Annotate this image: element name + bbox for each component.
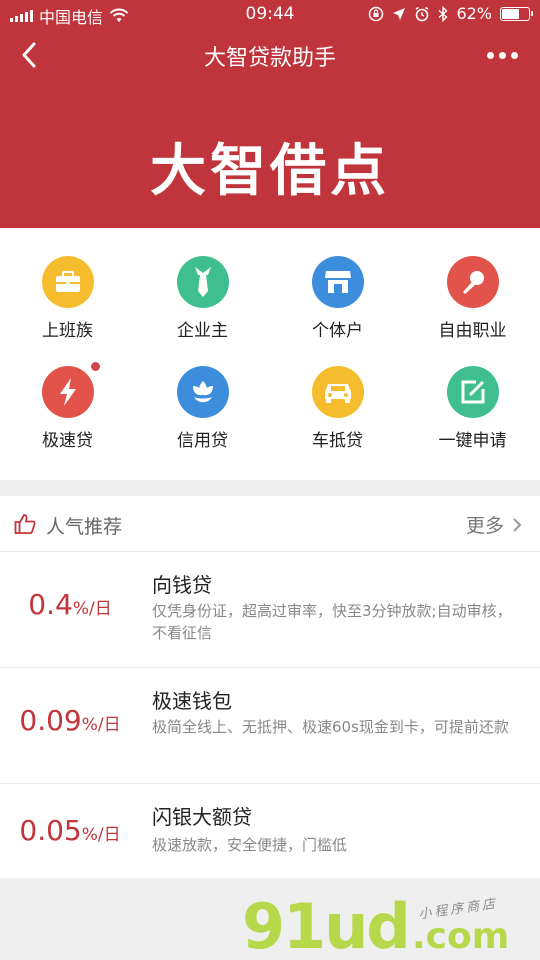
loan-name: 向钱贷	[152, 573, 212, 597]
nav-bar: 大智贷款助手	[0, 28, 540, 82]
category-business-owner[interactable]: 企业主	[135, 228, 270, 341]
rotation-lock-icon	[369, 6, 384, 21]
location-icon	[393, 7, 406, 20]
recommend-header: 人气推荐 更多	[0, 496, 540, 552]
loan-rate: 0.4%/日	[0, 588, 140, 621]
status-right: 62%	[368, 4, 533, 23]
rate-value: 0.09	[19, 704, 82, 737]
nav-title: 大智贷款助手	[203, 46, 336, 71]
category-label: 极速贷	[42, 431, 93, 451]
status-bar: 中国电信 09:44 62%	[0, 0, 540, 28]
notification-dot	[90, 362, 100, 371]
edit-icon	[446, 366, 499, 418]
category-fast-loan[interactable]: 极速贷	[0, 338, 135, 451]
tie-icon	[176, 256, 229, 308]
recommend-section: 人气推荐 更多 0.4%/日 向钱贷 仅凭身份证，超高过审率，快至3分钟放款;自…	[0, 496, 540, 878]
category-credit-loan[interactable]: 信用贷	[135, 338, 270, 451]
rate-value: 0.05	[19, 814, 82, 847]
loan-name: 闪银大额贷	[152, 805, 252, 829]
recommend-title: 人气推荐	[46, 516, 123, 538]
loan-description: 极简全线上、无抵押、极速60s现金到卡，可提前还款	[152, 718, 509, 736]
loan-item[interactable]: 0.09%/日 极速钱包 极简全线上、无抵押、极速60s现金到卡，可提前还款	[0, 668, 540, 784]
category-label: 一键申请	[438, 431, 507, 451]
loan-description: 仅凭身份证，超高过审率，快至3分钟放款;自动审核，不看征信	[152, 602, 512, 642]
category-office-worker[interactable]: 上班族	[0, 228, 135, 341]
battery-icon	[500, 6, 533, 21]
rate-unit: %/日	[81, 825, 121, 845]
more-label: 更多	[465, 515, 504, 537]
more-menu-icon[interactable]	[487, 42, 518, 68]
rate-value: 0.4	[28, 588, 73, 621]
microphone-icon	[446, 256, 499, 308]
loan-item[interactable]: 0.4%/日 向钱贷 仅凭身份证，超高过审率，快至3分钟放款;自动审核，不看征信	[0, 552, 540, 668]
rate-unit: %/日	[81, 715, 121, 735]
watermark-logo: 91ud	[242, 890, 411, 960]
loan-item[interactable]: 0.05%/日 闪银大额贷 极速放款，安全便捷，门槛低	[0, 784, 540, 877]
shop-icon	[311, 256, 364, 308]
car-icon	[311, 366, 364, 418]
loan-name: 极速钱包	[152, 689, 232, 713]
category-self-employed[interactable]: 个体户	[270, 228, 405, 341]
rate-unit: %/日	[72, 599, 112, 619]
category-label: 信用贷	[177, 431, 228, 451]
chevron-right-icon	[513, 517, 522, 532]
brand-logo: 大智借点	[150, 139, 390, 204]
category-car-loan[interactable]: 车抵贷	[270, 338, 405, 451]
lightning-icon	[41, 362, 100, 418]
thumbs-up-icon	[14, 514, 36, 534]
battery-fill	[502, 8, 520, 19]
bluetooth-icon	[438, 5, 448, 22]
category-label: 车抵贷	[312, 431, 363, 451]
briefcase-icon	[41, 256, 94, 308]
category-grid: 上班族 企业主 个体户 自由职业 极速贷 信用贷 车抵贷 一键申请	[0, 228, 540, 480]
loan-rate: 0.09%/日	[0, 704, 140, 737]
loan-description: 极速放款，安全便捷，门槛低	[152, 836, 348, 854]
flower-icon	[176, 366, 229, 418]
more-link[interactable]: 更多	[466, 511, 522, 538]
loan-rate: 0.05%/日	[0, 814, 140, 847]
watermark-domain: .com	[412, 916, 510, 957]
header-area: 中国电信 09:44 62% 大智贷款助手 大智借点	[0, 0, 540, 228]
category-one-click-apply[interactable]: 一键申请	[405, 338, 540, 451]
battery-percent: 62%	[456, 4, 492, 23]
category-freelance[interactable]: 自由职业	[405, 228, 540, 341]
alarm-icon	[416, 6, 429, 21]
